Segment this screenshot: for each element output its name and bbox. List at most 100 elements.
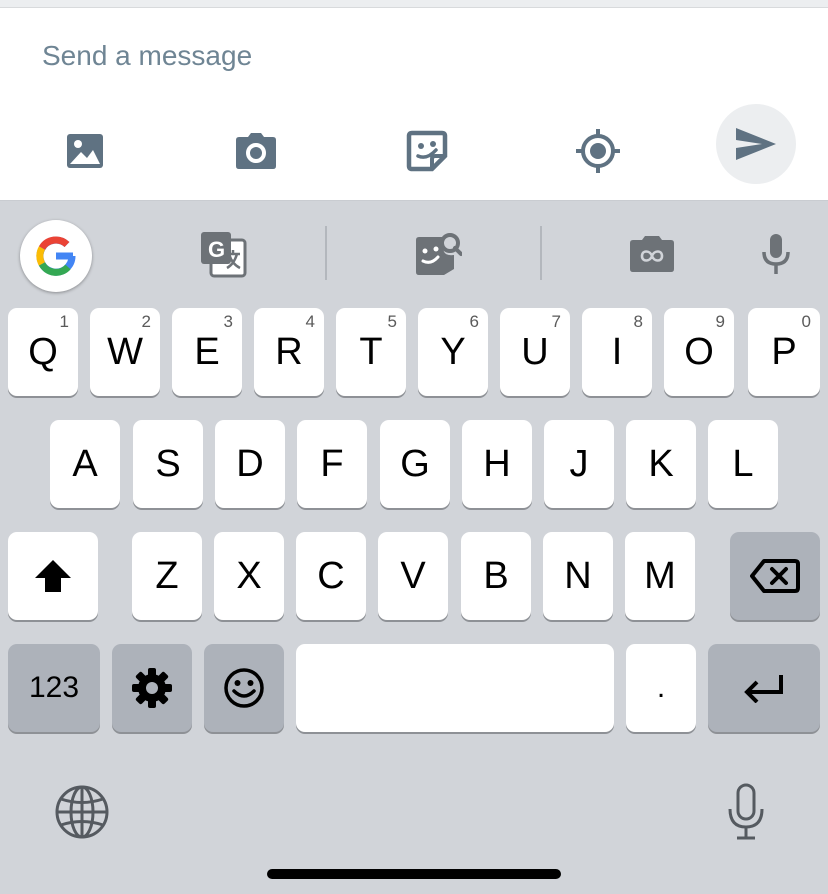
key-letter: J	[569, 442, 589, 485]
send-button[interactable]	[716, 104, 796, 184]
backspace-key[interactable]	[730, 532, 820, 620]
google-search-icon	[36, 236, 76, 276]
key-letter: N	[564, 554, 592, 597]
location-icon[interactable]	[573, 126, 623, 176]
backspace-icon	[750, 559, 800, 593]
gear-icon	[132, 668, 172, 708]
key-letter: W	[107, 330, 143, 373]
microphone-icon	[762, 234, 790, 274]
period-key-label: .	[656, 671, 666, 704]
enter-key[interactable]	[708, 644, 820, 732]
message-composer	[0, 8, 828, 201]
key-number: 1	[59, 312, 69, 331]
key-p[interactable]: 0P	[748, 308, 820, 396]
numbers-key-label: 123	[28, 671, 80, 704]
key-letter: F	[320, 442, 344, 485]
key-number: 0	[801, 312, 811, 331]
key-o[interactable]: 9O	[664, 308, 734, 396]
key-number: 4	[305, 312, 315, 331]
key-letter: Z	[155, 554, 179, 597]
key-y[interactable]: 6Y	[418, 308, 488, 396]
sticker-search-icon	[416, 233, 462, 275]
key-number: 5	[387, 312, 397, 331]
key-a[interactable]: A	[50, 420, 120, 508]
enter-icon	[744, 675, 783, 703]
key-g[interactable]: G	[380, 420, 450, 508]
microphone-icon	[728, 783, 764, 840]
key-x[interactable]: X	[214, 532, 284, 620]
translate-icon: G	[201, 232, 247, 278]
home-indicator[interactable]	[267, 869, 561, 879]
key-m[interactable]: M	[625, 532, 695, 620]
key-letter: L	[732, 442, 754, 485]
key-letter: Q	[28, 330, 58, 373]
key-number: 6	[469, 312, 479, 331]
globe-button[interactable]	[52, 782, 112, 842]
sticker-icon[interactable]	[402, 126, 452, 176]
key-letter: K	[648, 442, 674, 485]
gif-camera-icon	[630, 236, 674, 272]
key-i[interactable]: 8I	[582, 308, 652, 396]
key-q[interactable]: 1Q	[8, 308, 78, 396]
key-letter: O	[684, 330, 714, 373]
space-key[interactable]	[296, 644, 614, 732]
key-n[interactable]: N	[543, 532, 613, 620]
key-letter: P	[771, 330, 797, 373]
key-t[interactable]: 5T	[336, 308, 406, 396]
key-w[interactable]: 2W	[90, 308, 160, 396]
key-letter: Y	[440, 330, 466, 373]
key-z[interactable]: Z	[132, 532, 202, 620]
send-icon	[736, 128, 776, 160]
key-u[interactable]: 7U	[500, 308, 570, 396]
emoji-key[interactable]	[204, 644, 284, 732]
translate-button[interactable]: G	[195, 226, 251, 282]
key-number: 2	[141, 312, 151, 331]
settings-key[interactable]	[112, 644, 192, 732]
dictation-button[interactable]	[716, 782, 776, 842]
key-letter: H	[483, 442, 511, 485]
key-letter: T	[359, 330, 383, 373]
key-c[interactable]: C	[296, 532, 366, 620]
key-k[interactable]: K	[626, 420, 696, 508]
key-letter: A	[72, 442, 98, 485]
key-f[interactable]: F	[297, 420, 367, 508]
numbers-key[interactable]: 123	[8, 644, 100, 732]
key-d[interactable]: D	[215, 420, 285, 508]
key-letter: M	[644, 554, 676, 597]
camera-icon[interactable]	[231, 126, 281, 176]
key-letter: I	[611, 330, 623, 373]
key-number: 3	[223, 312, 233, 331]
key-r[interactable]: 4R	[254, 308, 324, 396]
emoji-icon	[224, 668, 264, 708]
key-l[interactable]: L	[708, 420, 778, 508]
svg-text:G: G	[208, 237, 225, 262]
key-number: 9	[715, 312, 725, 331]
key-letter: U	[521, 330, 549, 373]
key-h[interactable]: H	[462, 420, 532, 508]
key-letter: R	[275, 330, 303, 373]
key-letter: C	[317, 554, 345, 597]
google-search-button[interactable]	[20, 220, 92, 292]
keyboard: G 1Q 2W 3E 4R 5T 6Y 7U 8I 9O 0P A S D F …	[0, 202, 828, 894]
key-number: 7	[551, 312, 561, 331]
key-e[interactable]: 3E	[172, 308, 242, 396]
image-icon[interactable]	[60, 126, 110, 176]
key-letter: D	[236, 442, 264, 485]
shift-key[interactable]	[8, 532, 98, 620]
period-key[interactable]: .	[626, 644, 696, 732]
key-letter: X	[236, 554, 262, 597]
key-letter: G	[400, 442, 430, 485]
key-b[interactable]: B	[461, 532, 531, 620]
divider	[540, 226, 542, 280]
voice-input-button[interactable]	[748, 226, 804, 282]
key-letter: V	[400, 554, 426, 597]
shift-icon	[35, 560, 71, 592]
key-letter: S	[155, 442, 181, 485]
divider	[325, 226, 327, 280]
sticker-search-button[interactable]	[410, 226, 466, 282]
key-v[interactable]: V	[378, 532, 448, 620]
gif-camera-button[interactable]	[624, 226, 680, 282]
key-j[interactable]: J	[544, 420, 614, 508]
key-s[interactable]: S	[133, 420, 203, 508]
message-input[interactable]	[42, 38, 702, 74]
